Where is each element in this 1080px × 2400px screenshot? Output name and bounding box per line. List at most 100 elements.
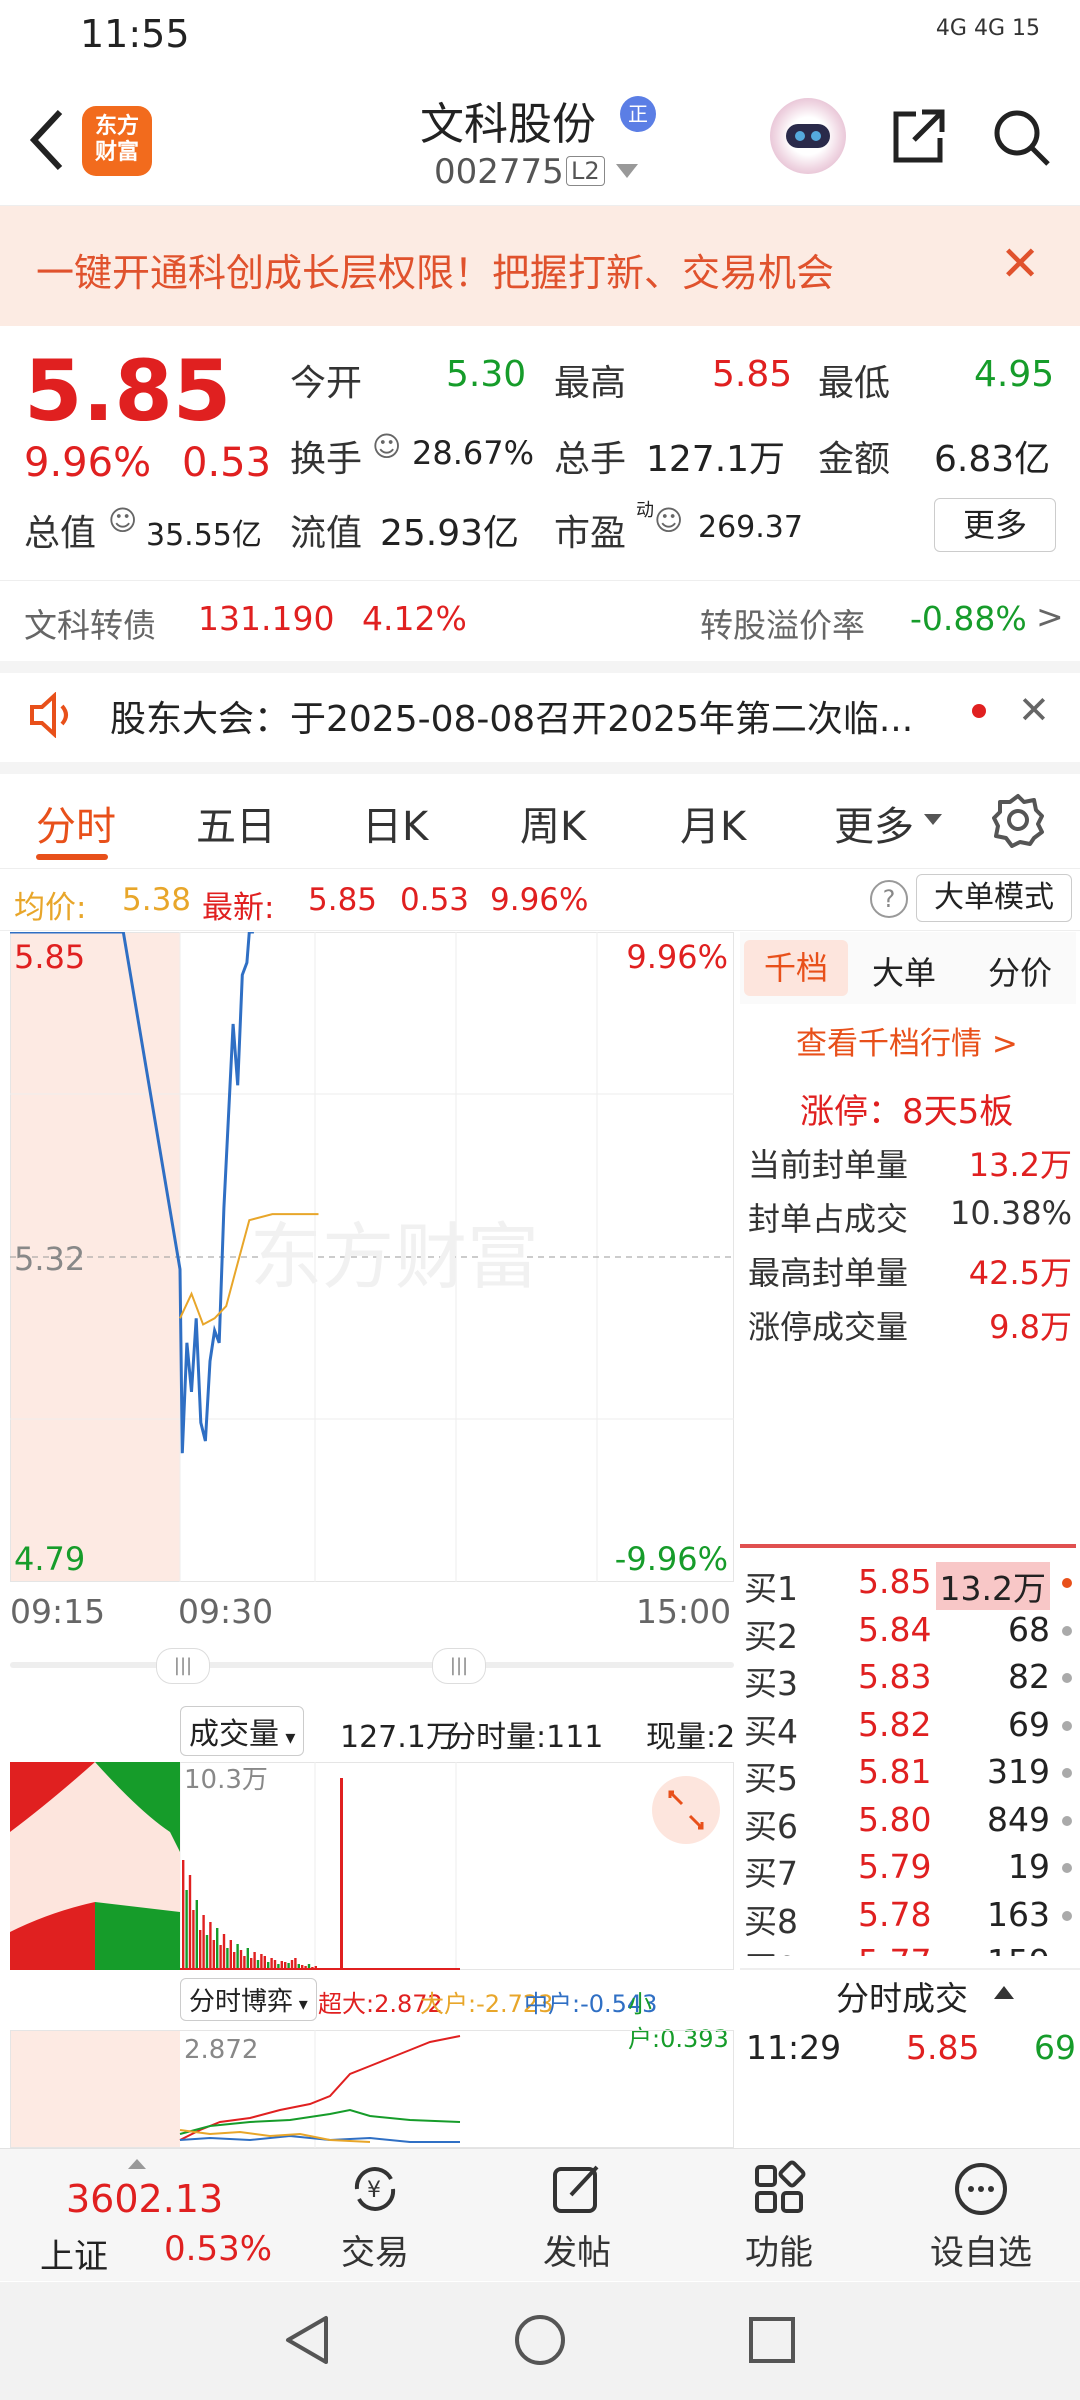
gear-icon[interactable]	[990, 792, 1046, 848]
edit-icon	[553, 2165, 599, 2213]
limit-stat-value: 10.38%	[949, 1194, 1072, 1232]
view-thousand-link[interactable]: 查看千档行情 >	[796, 1018, 1018, 1063]
recents-square-icon[interactable]	[744, 2312, 800, 2368]
convertible-row[interactable]: 文科转债 131.190 4.12% 转股溢价率 -0.88% >	[0, 580, 1080, 673]
info-icon[interactable]: ☺	[108, 504, 137, 537]
stock-badge: 正	[620, 96, 656, 132]
tab-five-day[interactable]: 五日	[196, 794, 276, 852]
money-flow-chart[interactable]: 2.872	[10, 2030, 734, 2148]
nav-post-label: 发帖	[543, 2233, 611, 2273]
back-icon[interactable]	[22, 100, 72, 180]
volume-selector-label: 成交量	[189, 1717, 279, 1752]
big-order-mode-button[interactable]: 大单模式	[916, 874, 1072, 922]
bid-row[interactable]: 买6 5.80 849	[740, 1798, 1080, 1846]
info-icon[interactable]: ☺	[372, 430, 401, 463]
slider-handle-right[interactable]: |||	[432, 1648, 486, 1684]
tab-price-dist[interactable]: 分价	[988, 948, 1052, 994]
level2-badge[interactable]: L2	[566, 156, 605, 186]
notice-bar[interactable]: 股东大会：于2025-08-08召开2025年第二次临... ✕	[0, 668, 1080, 774]
time-axis: 09:15 09:30 15:00 ||| |||	[10, 1588, 734, 1698]
nav-watchlist[interactable]: 设自选	[906, 2159, 1056, 2274]
volume-bar	[209, 1922, 212, 1970]
index-ticker[interactable]: 3602.13 上证 0.53%	[0, 2149, 290, 2281]
nav-trade[interactable]: ¥ 交易	[300, 2159, 450, 2274]
bid-price: 5.85	[858, 1562, 932, 1601]
share-icon[interactable]	[888, 106, 948, 166]
expand-icon-bg	[652, 1776, 720, 1844]
bid-row[interactable]: 买4 5.82 69	[740, 1703, 1080, 1751]
bid-row[interactable]: 买7 5.79 19	[740, 1845, 1080, 1893]
tab-more[interactable]: 更多	[834, 794, 914, 852]
bid-row[interactable]: 买1 5.85 13.2万	[740, 1560, 1080, 1610]
notice-text[interactable]: 股东大会：于2025-08-08召开2025年第二次临...	[110, 690, 913, 742]
volume-chart[interactable]: 10.3万	[10, 1762, 734, 1970]
money-flow-selector[interactable]: 分时博弈 ▾	[180, 1978, 317, 2021]
chevron-right-icon[interactable]: >	[1036, 597, 1064, 636]
total-volume: 127.1万	[340, 1720, 456, 1755]
tab-underline	[36, 854, 108, 860]
close-icon[interactable]: ✕	[1018, 688, 1050, 732]
ticks-divider	[740, 1968, 1080, 1970]
bid-volume: 69	[1008, 1704, 1050, 1744]
more-button[interactable]: 更多	[934, 498, 1056, 552]
intraday-chart[interactable]: 东方 财富 5.85 5.32 4.79 9.96% -9.96%	[10, 932, 734, 1582]
search-icon[interactable]	[990, 106, 1052, 168]
tab-daily-k[interactable]: 日K	[362, 794, 428, 852]
x-tick-0915: 09:15	[10, 1592, 106, 1631]
bid-level: 买6	[744, 1806, 798, 1846]
tab-thousand-level[interactable]: 千档	[744, 940, 848, 996]
bid-row[interactable]: 买9 5.77 159	[740, 1940, 1080, 1956]
slider-handle-left[interactable]: |||	[156, 1648, 210, 1684]
caret-down-icon[interactable]	[924, 814, 942, 826]
tab-intraday[interactable]: 分时	[36, 794, 116, 852]
home-circle-icon[interactable]	[512, 2312, 568, 2368]
grid-icon	[755, 2160, 806, 2213]
bid-row[interactable]: 买3 5.83 82	[740, 1655, 1080, 1703]
ticks-title[interactable]: 分时成交	[836, 1972, 968, 2020]
turnover-value: 28.67%	[412, 434, 535, 472]
nav-post[interactable]: 发帖	[502, 2159, 652, 2274]
close-icon[interactable]: ✕	[1000, 236, 1040, 292]
volume-bar	[260, 1954, 263, 1970]
promo-text[interactable]: 一键开通科创成长层权限！把握打新、交易机会	[36, 242, 834, 297]
volume-bar	[226, 1948, 229, 1970]
stock-code[interactable]: 002775	[434, 152, 564, 192]
high-value: 5.85	[712, 354, 793, 395]
limit-stat-row: 当前封单量 13.2万	[740, 1140, 1080, 1188]
volume-bar	[202, 1915, 205, 1970]
volume-selector[interactable]: 成交量 ▾	[180, 1706, 305, 1756]
bid-row[interactable]: 买5 5.81 319	[740, 1750, 1080, 1798]
y-tick-mid: 5.32	[14, 1240, 85, 1278]
assistant-robot-icon[interactable]	[770, 98, 846, 174]
turnover-label: 换手	[290, 439, 363, 480]
bid-list[interactable]: 买1 5.85 13.2万 买2 5.84 68 买3 5.83 82 买4 5.82 69 买5 5.8…	[740, 1560, 1080, 1956]
limit-stat-row: 最高封单量 42.5万	[740, 1248, 1080, 1296]
back-triangle-icon[interactable]	[280, 2312, 336, 2368]
y-tick-pct-high: 9.96%	[626, 938, 728, 976]
nav-function[interactable]: 功能	[704, 2159, 854, 2274]
premium-label: 转股溢价率	[700, 606, 865, 645]
mktcap-label: 总值	[24, 513, 97, 554]
more-dots-icon	[955, 2163, 1007, 2215]
chevron-down-icon[interactable]	[616, 164, 638, 180]
promo-banner[interactable]: 一键开通科创成长层权限！把握打新、交易机会 ✕	[0, 206, 1080, 326]
bid-volume: 13.2万	[935, 1562, 1050, 1610]
range-slider-track[interactable]	[10, 1662, 734, 1668]
limit-stat-row: 涨停成交量 9.8万	[740, 1302, 1080, 1350]
bid-row[interactable]: 买2 5.84 68	[740, 1608, 1080, 1656]
volume-bar	[188, 1875, 192, 1970]
caret-up-icon[interactable]	[994, 1984, 1014, 2000]
pe-sup: 动	[636, 500, 654, 521]
help-icon[interactable]: ?	[870, 880, 908, 918]
tab-monthly-k[interactable]: 月K	[680, 794, 746, 852]
bid-dot	[1062, 1863, 1072, 1873]
svg-text:¥: ¥	[367, 2178, 381, 2203]
bid-row[interactable]: 买8 5.78 163	[740, 1893, 1080, 1941]
index-name: 上证	[40, 2237, 108, 2277]
y-tick-low: 4.79	[14, 1540, 85, 1578]
bid-level: 买2	[744, 1616, 798, 1656]
info-icon[interactable]: ☺	[654, 504, 683, 537]
limit-stat-row: 封单占成交 10.38%	[740, 1194, 1080, 1242]
tab-weekly-k[interactable]: 周K	[520, 794, 586, 852]
tab-big-order[interactable]: 大单	[872, 948, 936, 994]
